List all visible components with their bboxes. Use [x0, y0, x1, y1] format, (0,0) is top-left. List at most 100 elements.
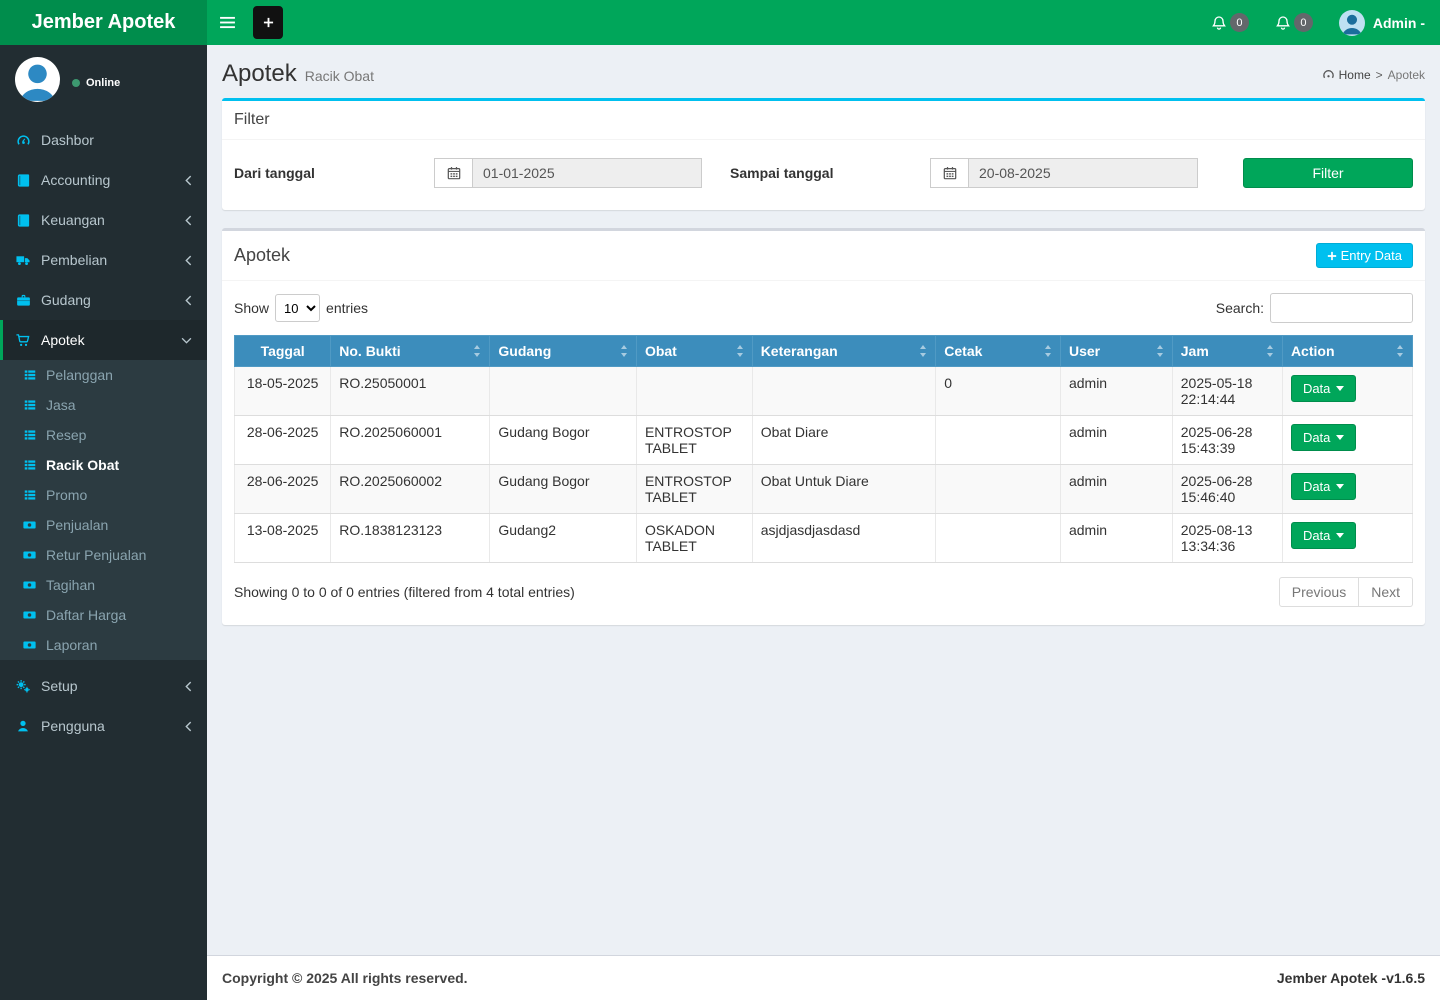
- sidebar-item-label: Promo: [46, 487, 88, 503]
- datatable-toolbar: Show 10 entries Search:: [222, 281, 1425, 335]
- cell-user: admin: [1059, 366, 1173, 416]
- sidebar-item-daftar-harga: Daftar Harga: [0, 600, 207, 630]
- to-date-input[interactable]: [968, 158, 1198, 188]
- sidebar-item-label: Setup: [41, 678, 78, 694]
- caret-down-icon: [1336, 484, 1345, 489]
- sidebar-item-resep: Resep: [0, 420, 207, 450]
- sidebar-item-retur-penjualan: Retur Penjualan: [0, 540, 207, 570]
- brand-logo[interactable]: Jember Apotek: [0, 0, 207, 45]
- column-header-action[interactable]: Action: [1281, 335, 1414, 367]
- entries-label: entries: [326, 300, 369, 316]
- sidebar-item-label: Pelanggan: [46, 367, 113, 383]
- breadcrumb-current: Apotek: [1387, 67, 1425, 82]
- list-icon: [22, 488, 37, 502]
- column-header-obat[interactable]: Obat: [635, 335, 753, 367]
- cell-jam: 2025-06-28 15:46:40: [1171, 464, 1283, 514]
- sort-icon: [919, 345, 927, 357]
- filter-box-title: Filter: [222, 101, 1425, 140]
- sidebar-item-label: Penjualan: [46, 517, 109, 533]
- main-header: Jember Apotek 0 0 Admin -: [0, 0, 1440, 45]
- sidebar-item-label: Accounting: [41, 172, 111, 188]
- sidebar-item-label: Pengguna: [41, 718, 105, 734]
- sidebar-item-pelanggan: Pelanggan: [0, 360, 207, 390]
- notification-badge: 0: [1229, 13, 1249, 32]
- cell-tanggal: 28-06-2025: [233, 464, 332, 514]
- from-date-input[interactable]: [472, 158, 702, 188]
- column-header-jam[interactable]: Jam: [1171, 335, 1283, 367]
- sidebar-item-pembelian: Pembelian: [0, 240, 207, 280]
- sort-icon: [1156, 345, 1164, 357]
- online-status-icon: [72, 78, 80, 87]
- cell-keterangan: [751, 366, 937, 416]
- data-dropdown-button[interactable]: Data: [1290, 522, 1357, 549]
- dashboard-icon: [15, 133, 31, 148]
- chevron-down-icon: [181, 337, 192, 344]
- sidebar-item-label: Daftar Harga: [46, 607, 127, 623]
- previous-page-button[interactable]: Previous: [1278, 577, 1360, 607]
- avatar: [15, 57, 60, 102]
- cell-obat: ENTROSTOP TABLET: [635, 415, 753, 465]
- racik-obat-table: Taggal No. Bukti Gudang Obat Keterangan …: [233, 335, 1414, 563]
- breadcrumb-home-link[interactable]: Home: [1322, 68, 1371, 82]
- cell-obat: OSKADON TABLET: [635, 513, 753, 563]
- notification-bell-2[interactable]: 0: [1275, 13, 1313, 32]
- page-length-select[interactable]: 10: [275, 294, 321, 322]
- book-icon: [15, 213, 31, 228]
- next-page-button[interactable]: Next: [1359, 577, 1413, 607]
- cell-user: admin: [1059, 464, 1173, 514]
- column-header-tanggal[interactable]: Taggal: [233, 335, 332, 367]
- sort-icon: [736, 345, 744, 357]
- cell-cetak: [935, 513, 1061, 563]
- truck-icon: [15, 253, 31, 268]
- calendar-icon: [434, 158, 472, 188]
- cell-no-bukti: RO.2025060001: [330, 415, 491, 465]
- column-header-no-bukti[interactable]: No. Bukti: [330, 335, 491, 367]
- entry-data-button[interactable]: Entry Data: [1315, 243, 1413, 268]
- search-input[interactable]: [1270, 293, 1413, 323]
- sidebar-item-tagihan: Tagihan: [0, 570, 207, 600]
- show-label: Show: [234, 300, 270, 316]
- column-header-user[interactable]: User: [1059, 335, 1173, 367]
- quick-add-button[interactable]: [253, 6, 283, 39]
- sidebar-item-promo: Promo: [0, 480, 207, 510]
- bell-icon: [1211, 15, 1226, 30]
- sort-icon: [1266, 345, 1274, 357]
- avatar: [1338, 9, 1365, 36]
- cell-gudang: [489, 366, 637, 416]
- notification-bell-1[interactable]: 0: [1211, 13, 1249, 32]
- sidebar: Online Dashbor Accounting Keuangan Pembe…: [0, 45, 207, 1000]
- caret-down-icon: [1336, 435, 1345, 440]
- content-header: Apotek Racik Obat Home > Apotek: [207, 45, 1440, 98]
- data-dropdown-button[interactable]: Data: [1290, 473, 1357, 500]
- cell-keterangan: Obat Diare: [751, 415, 937, 465]
- sort-icon: [620, 345, 628, 357]
- sidebar-item-jasa: Jasa: [0, 390, 207, 420]
- sidebar-item-accounting: Accounting: [0, 160, 207, 200]
- cell-cetak: [935, 464, 1061, 514]
- sidebar-item-label: Dashbor: [41, 132, 94, 148]
- cell-no-bukti: RO.1838123123: [330, 513, 491, 563]
- column-header-cetak[interactable]: Cetak: [935, 335, 1061, 367]
- filter-button[interactable]: Filter: [1243, 158, 1413, 188]
- sidebar-item-penjualan: Penjualan: [0, 510, 207, 540]
- online-status-label: Online: [86, 76, 121, 89]
- table-info-text: Showing 0 to 0 of 0 entries (filtered fr…: [234, 584, 575, 600]
- table-header-row: Taggal No. Bukti Gudang Obat Keterangan …: [233, 335, 1414, 367]
- plus-icon: [263, 17, 273, 28]
- caret-down-icon: [1336, 386, 1345, 391]
- data-dropdown-button[interactable]: Data: [1290, 375, 1357, 402]
- column-header-keterangan[interactable]: Keterangan: [751, 335, 937, 367]
- sidebar-toggle-icon[interactable]: [207, 0, 248, 45]
- money-icon: [22, 638, 37, 652]
- user-menu[interactable]: Admin -: [1338, 9, 1425, 36]
- plus-icon: [1327, 251, 1336, 260]
- table-row: 13-08-2025 RO.1838123123 Gudang2 OSKADON…: [233, 513, 1414, 563]
- column-header-gudang[interactable]: Gudang: [489, 335, 637, 367]
- cart-icon: [15, 333, 31, 348]
- data-dropdown-button[interactable]: Data: [1290, 424, 1357, 451]
- copyright-text: Copyright © 2025 All rights reserved.: [222, 970, 468, 986]
- cell-tanggal: 13-08-2025: [233, 513, 332, 563]
- chevron-left-icon: [185, 215, 192, 226]
- sidebar-item-label: Resep: [46, 427, 87, 443]
- sidebar-item-label: Tagihan: [46, 577, 96, 593]
